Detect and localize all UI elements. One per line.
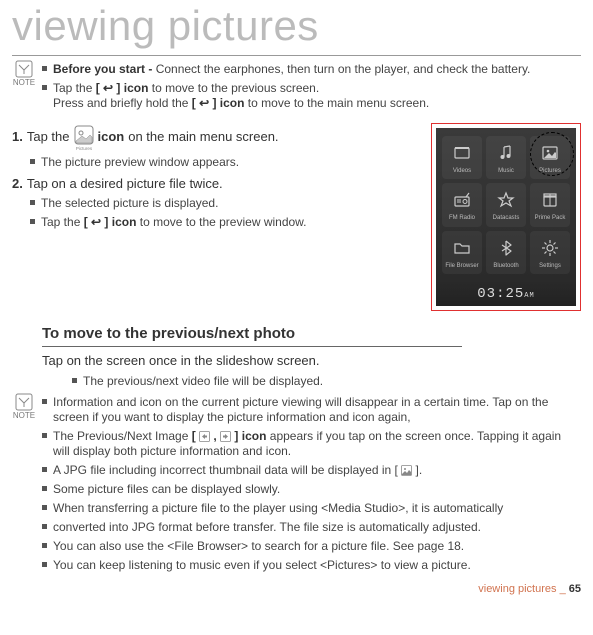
- tile-label: Videos: [442, 168, 482, 176]
- bullet-icon: [42, 486, 47, 491]
- bullet-icon: [42, 85, 47, 90]
- page-footer: viewing pictures _ 65: [12, 583, 581, 597]
- device-screenshot: Videos Music Pictures FM Radio Datacasts Prim…: [431, 123, 581, 311]
- gear-icon: [537, 235, 563, 261]
- tile-label: Prime Pack: [530, 215, 570, 223]
- tile-label: Music: [486, 168, 526, 176]
- bullet-icon: [42, 66, 47, 71]
- bullet-icon: [42, 505, 47, 510]
- note-text: Tap the [ ↩ ] icon to move to the previo…: [53, 81, 581, 111]
- bullet-icon: [42, 562, 47, 567]
- section-sub: The previous/next video file will be dis…: [83, 374, 323, 389]
- note-text: converted into JPG format before transfe…: [53, 520, 581, 535]
- step-2-sub2: Tap the [ ↩ ] icon to move to the previe…: [41, 215, 307, 230]
- note-text: Information and icon on the current pict…: [53, 395, 581, 425]
- note-text: Some picture files can be displayed slow…: [53, 482, 581, 497]
- step-1-sub: The picture preview window appears.: [41, 155, 239, 170]
- pictures-inline-icon: Pictures: [74, 125, 94, 151]
- note-text: You can also use the <File Browser> to s…: [53, 539, 581, 554]
- note-icon: NOTE: [12, 393, 36, 420]
- note-block-top: NOTE Before you start - Connect the earp…: [12, 60, 581, 115]
- bullet-icon: [42, 433, 47, 438]
- note-text: When transferring a picture file to the …: [53, 501, 581, 516]
- bullet-icon: [42, 399, 47, 404]
- menu-tile: Settings: [530, 231, 570, 275]
- tile-label: FM Radio: [442, 215, 482, 223]
- bullet-icon: [30, 219, 35, 224]
- bullet-icon: [72, 378, 77, 383]
- bullet-icon: [42, 524, 47, 529]
- video-icon: [449, 140, 475, 166]
- note-text: You can keep listening to music even if …: [53, 558, 581, 573]
- menu-tile: Pictures: [530, 136, 570, 180]
- menu-tile: Music: [486, 136, 526, 180]
- note-text: A JPG file including incorrect thumbnail…: [53, 463, 581, 478]
- device-clock: 03:25AM: [436, 280, 576, 306]
- music-icon: [493, 140, 519, 166]
- svg-text:Pictures: Pictures: [75, 146, 92, 151]
- pictures-icon: [537, 140, 563, 166]
- tile-label: Bluetooth: [486, 263, 526, 271]
- bullet-icon: [42, 543, 47, 548]
- star-icon: [493, 187, 519, 213]
- menu-tile: Videos: [442, 136, 482, 180]
- step-2: 2. Tap on a desired picture file twice.: [12, 176, 421, 192]
- bullet-icon: [30, 159, 35, 164]
- radio-icon: [449, 187, 475, 213]
- tile-label: File Browser: [442, 263, 482, 271]
- bullet-icon: [42, 467, 47, 472]
- note-block-bottom: NOTE Information and icon on the current…: [12, 393, 581, 577]
- menu-tile: Prime Pack: [530, 183, 570, 227]
- note-label: NOTE: [12, 412, 36, 420]
- package-icon: [537, 187, 563, 213]
- section-heading: To move to the previous/next photo: [42, 325, 462, 348]
- menu-tile: FM Radio: [442, 183, 482, 227]
- tile-label: Settings: [530, 263, 570, 271]
- tile-label: Datacasts: [486, 215, 526, 223]
- page-title: viewing pictures: [12, 0, 581, 56]
- bullet-icon: [30, 200, 35, 205]
- note-text: The Previous/Next Image [ , ] icon appea…: [53, 429, 581, 459]
- step-1: 1. Tap the Pictures icon on the main men…: [12, 125, 421, 151]
- note-label: NOTE: [12, 79, 36, 87]
- note-icon: NOTE: [12, 60, 36, 87]
- menu-tile: Bluetooth: [486, 231, 526, 275]
- folder-icon: [449, 235, 475, 261]
- bluetooth-icon: [493, 235, 519, 261]
- note-text: Before you start - Connect the earphones…: [53, 62, 581, 77]
- menu-tile: File Browser: [442, 231, 482, 275]
- section-body: Tap on the screen once in the slideshow …: [42, 353, 581, 369]
- tile-label: Pictures: [530, 168, 570, 176]
- menu-tile: Datacasts: [486, 183, 526, 227]
- step-2-sub1: The selected picture is displayed.: [41, 196, 218, 211]
